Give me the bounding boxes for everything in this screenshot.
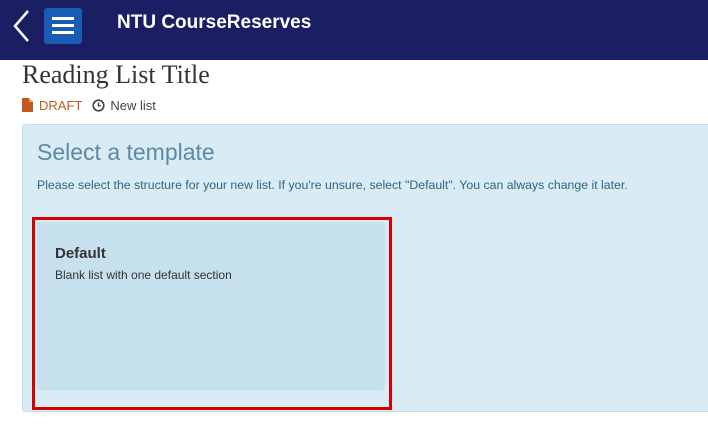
document-icon bbox=[22, 98, 33, 112]
panel-description: Please select the structure for your new… bbox=[37, 178, 628, 192]
clock-icon bbox=[92, 98, 105, 112]
menu-button[interactable] bbox=[44, 8, 82, 44]
app-title[interactable]: NTU CourseReserves bbox=[117, 12, 311, 34]
list-state-label: New list bbox=[110, 97, 156, 113]
back-button[interactable] bbox=[6, 8, 36, 44]
page-title: Reading List Title bbox=[22, 60, 210, 89]
top-navbar: NTU CourseReserves bbox=[0, 0, 708, 60]
status-badge: DRAFT bbox=[39, 97, 83, 113]
panel-title: Select a template bbox=[37, 139, 215, 165]
template-name: Default bbox=[55, 245, 106, 262]
list-meta-row: DRAFT New list bbox=[22, 96, 156, 114]
chevron-left-icon bbox=[13, 10, 29, 42]
template-card-default[interactable]: Default Blank list with one default sect… bbox=[37, 222, 385, 390]
template-description: Blank list with one default section bbox=[55, 268, 232, 282]
